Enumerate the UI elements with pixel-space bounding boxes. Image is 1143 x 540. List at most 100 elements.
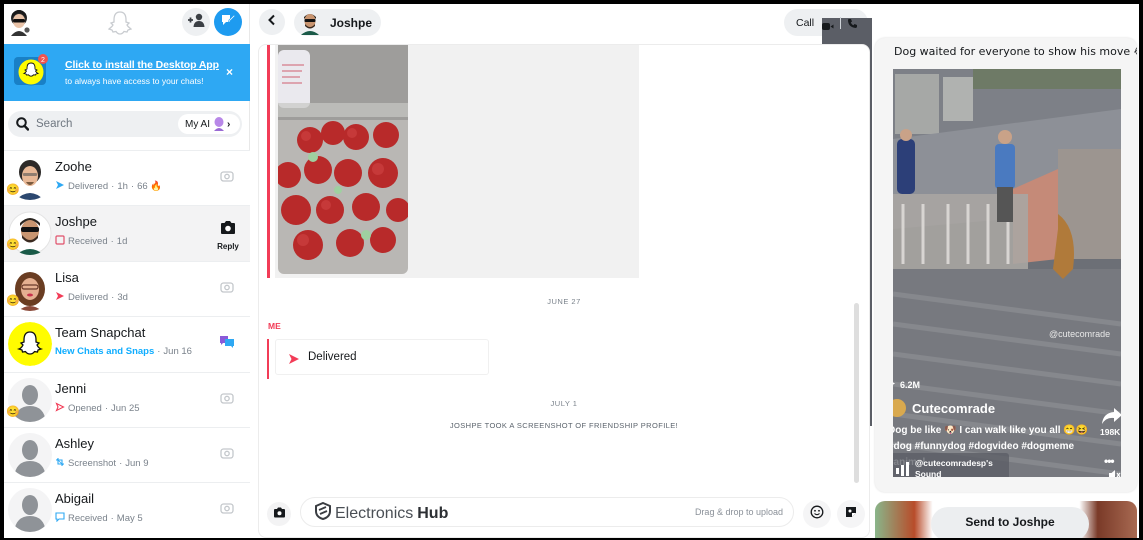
team-snapchat-avatar	[8, 322, 52, 367]
mute-button[interactable]	[1109, 467, 1121, 477]
emoji-button[interactable]	[803, 500, 831, 528]
chat-status: Opened · Jun 25	[55, 401, 140, 415]
chat-name: Team Snapchat	[55, 325, 146, 341]
more-options-button[interactable]: •••	[1104, 454, 1115, 468]
reply-button[interactable]: Reply	[212, 214, 244, 251]
sent-snap-message[interactable]: Delivered	[267, 339, 489, 379]
banner-title-link[interactable]: Click to install the Desktop App	[65, 59, 219, 71]
new-chat-button[interactable]	[214, 8, 242, 36]
chat-list: 😊 Zoohe Delivered · 1h · 66 🔥 😊 Joshpe R…	[4, 150, 250, 538]
creator-link[interactable]: Cutecomrade	[893, 399, 995, 417]
back-button[interactable]	[259, 9, 285, 35]
chat-status: Received · May 5	[55, 512, 143, 525]
status-time: 3d	[117, 291, 128, 303]
camera-button[interactable]	[218, 391, 236, 409]
status-time: Jun 9	[125, 457, 149, 469]
camera-button[interactable]	[218, 169, 236, 187]
strawberry-photo[interactable]	[278, 45, 408, 274]
electronics-hub-watermark: Electronics Hub	[315, 501, 449, 525]
separator: ·	[157, 346, 161, 358]
view-count: 6.2M	[893, 379, 920, 390]
delivered-chat-arrow-icon	[55, 180, 65, 193]
search-input[interactable]	[36, 111, 176, 137]
status-text: Delivered	[68, 181, 109, 192]
separator: ·	[119, 457, 123, 469]
camera-icon	[273, 505, 286, 523]
chevron-left-icon	[267, 13, 277, 31]
add-friend-button[interactable]	[182, 8, 210, 36]
message-input[interactable]: Electronics Hub Drag & drop to upload	[300, 497, 794, 527]
separator: ·	[111, 181, 115, 192]
new-chat-icon	[220, 12, 236, 33]
spotlight-video[interactable]: @cutecomrade 6.2M Cutecomrade Dog be lik…	[893, 69, 1121, 477]
creator-name: Cutecomrade	[912, 400, 996, 416]
date-separator: JUNE 27	[547, 297, 581, 306]
delivered-card: Delivered	[275, 339, 489, 375]
snapchat-app-icon: 2	[14, 52, 50, 88]
chat-row-zoohe[interactable]: 😊 Zoohe Delivered · 1h · 66 🔥	[4, 150, 250, 206]
delivered-snap-arrow-icon	[288, 352, 300, 370]
status-time: Jun 25	[110, 402, 140, 414]
chat-row-lisa[interactable]: 😊 Lisa Delivered · 3d	[4, 260, 250, 317]
spotlight-title: Dog waited for everyone to show his move…	[894, 45, 1137, 58]
next-spotlight-preview: Send to Joshpe	[875, 501, 1137, 538]
chat-status: Delivered · 1h · 66 🔥	[55, 180, 162, 193]
sidebar-header	[4, 4, 249, 44]
video-watermark: @cutecomrade	[1049, 329, 1111, 339]
search-bar: My AI ›	[8, 111, 242, 137]
separator: ·	[110, 236, 114, 248]
camera-icon	[220, 501, 234, 519]
spotlight-panel: Dog waited for everyone to show his move…	[872, 4, 1139, 538]
separator: ·	[110, 513, 114, 525]
sidebar: 2 Click to install the Desktop App to al…	[4, 4, 250, 538]
phone-call-icon[interactable]	[847, 16, 858, 34]
contact-profile-button[interactable]: Joshpe	[294, 9, 381, 36]
banner-badge: 2	[41, 57, 45, 64]
sticker-button[interactable]	[837, 500, 865, 528]
chat-row-joshpe[interactable]: 😊 Joshpe Received · 1d Reply	[4, 205, 250, 261]
composer-camera-button[interactable]	[267, 502, 291, 526]
my-ai-button[interactable]: My AI ›	[178, 114, 240, 134]
share-button[interactable]	[1101, 407, 1121, 425]
chat-row-team-snapchat[interactable]: Team Snapchat New Chats and Snaps · Jun …	[4, 316, 250, 372]
received-chat-bubble-icon	[55, 512, 65, 525]
my-profile-avatar[interactable]	[8, 8, 32, 36]
sound-chip[interactable]: @cutecomradesp's Sound	[893, 453, 1009, 477]
send-to-contact-button[interactable]: Send to Joshpe	[931, 507, 1089, 538]
chat-row-abigail[interactable]: Abigail Received · May 5	[4, 482, 250, 538]
chat-name: Jenni	[55, 380, 87, 396]
conversation-scrollbar[interactable]	[854, 303, 859, 483]
call-controls: Call	[784, 9, 1050, 426]
chat-bubbles-icon	[219, 335, 235, 354]
chat-name: Joshpe	[55, 214, 97, 230]
camera-button[interactable]	[218, 501, 236, 519]
camera-button[interactable]	[218, 280, 236, 298]
delivered-text: Delivered	[308, 351, 357, 363]
watermark-bold: Hub	[417, 504, 449, 522]
snapchat-ghost-logo[interactable]	[107, 10, 133, 36]
add-friend-icon	[187, 13, 205, 32]
separator: ·	[130, 181, 135, 192]
chat-status: Delivered · 3d	[55, 291, 128, 304]
camera-icon	[215, 214, 241, 240]
camera-button[interactable]	[218, 446, 236, 464]
contact-name: Joshpe	[330, 16, 373, 30]
contact-avatar	[299, 11, 321, 35]
chevron-right-icon: ›	[227, 118, 231, 130]
install-desktop-banner[interactable]: 2 Click to install the Desktop App to al…	[4, 44, 250, 101]
banner-close-button[interactable]: ×	[226, 65, 233, 79]
separator: ·	[111, 291, 115, 303]
chat-row-jenni[interactable]: 😊 Jenni Opened · Jun 25	[4, 371, 250, 427]
smiley-icon	[810, 505, 824, 524]
reply-label: Reply	[217, 242, 239, 252]
banner-subtitle: to always have access to your chats!	[65, 76, 204, 86]
call-button[interactable]: Call	[796, 17, 814, 29]
chat-row-ashley[interactable]: Ashley Screenshot · Jun 9	[4, 426, 250, 483]
chat-status: New Chats and Snaps · Jun 16	[55, 346, 192, 357]
unread-chats-button[interactable]	[218, 335, 236, 353]
default-avatar	[8, 432, 52, 477]
screenshot-icon	[55, 457, 65, 470]
chat-name: Zoohe	[55, 159, 92, 174]
status-time: 1h	[117, 181, 128, 192]
friend-emoji: 😊	[6, 405, 20, 418]
